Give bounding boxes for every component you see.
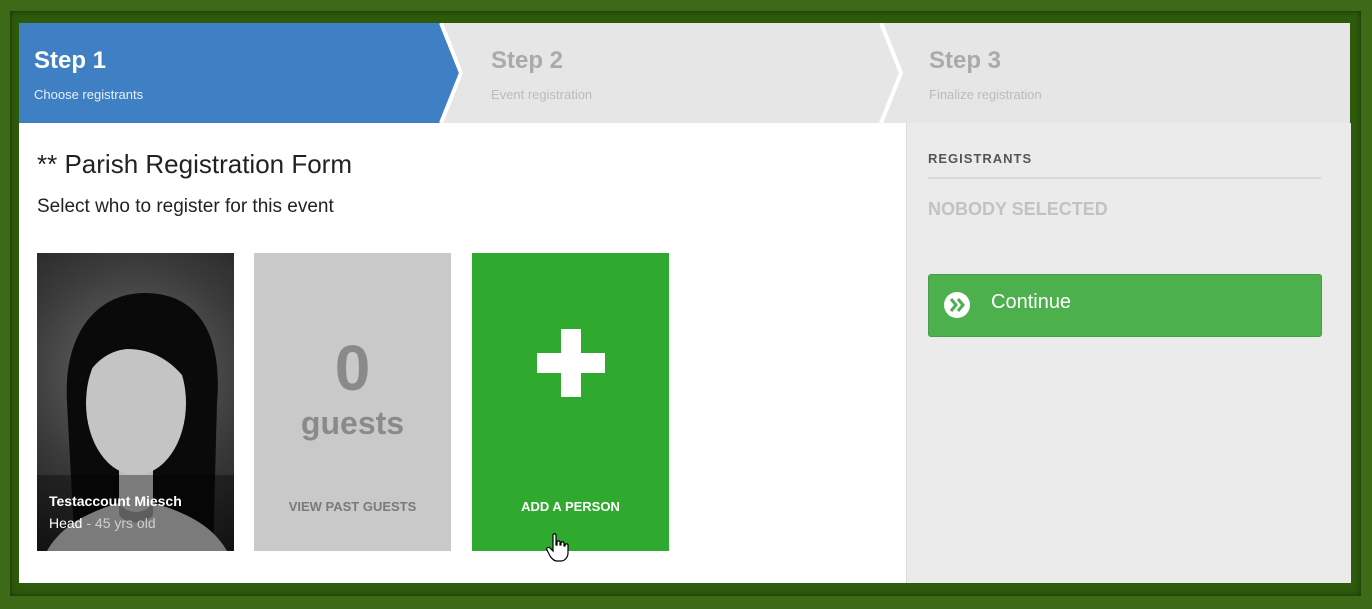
step-divider-2 (879, 23, 904, 123)
registrants-heading: REGISTRANTS (928, 151, 1033, 166)
add-person-card[interactable]: ADD A PERSON (472, 253, 669, 562)
step-3-title: Step 3 (929, 47, 1002, 74)
view-past-guests-link[interactable]: VIEW PAST GUESTS (254, 499, 451, 514)
registration-panel: Step 1 Choose registrants Step 2 Event r… (19, 23, 1351, 583)
person-card[interactable]: Testaccount Miesch Head - 45 yrs old (37, 253, 234, 551)
guests-count: 0 (334, 332, 371, 404)
person-age: - 45 yrs old (86, 515, 156, 531)
nobody-selected-text: NOBODY SELECTED (928, 199, 1108, 219)
guests-card[interactable]: 0 guests VIEW PAST GUESTS (254, 253, 451, 551)
guests-label: guests (300, 405, 405, 441)
step-arrows (19, 23, 904, 123)
continue-button[interactable]: Continue (928, 274, 1322, 337)
step-progress-bar: Step 1 Choose registrants Step 2 Event r… (19, 23, 1350, 123)
continue-label: Continue (991, 291, 1072, 313)
registrants-divider (928, 177, 1321, 179)
person-meta: Head - 45 yrs old (49, 515, 156, 531)
step-2-title: Step 2 (491, 47, 564, 74)
step-2-subtitle: Event registration (491, 87, 593, 102)
registrants-sidebar: REGISTRANTS NOBODY SELECTED Continue (906, 123, 1351, 583)
step-3-subtitle: Finalize registration (929, 87, 1042, 102)
form-subtitle: Select who to register for this event (37, 196, 334, 217)
form-title: ** Parish Registration Form (37, 149, 352, 179)
main-content: ** Parish Registration Form Select who t… (19, 123, 906, 583)
hand-pointer-icon (546, 533, 569, 562)
step-1-subtitle: Choose registrants (34, 87, 144, 102)
person-role: Head (49, 515, 83, 531)
person-name: Testaccount Miesch (49, 493, 182, 509)
add-person-label: ADD A PERSON (521, 499, 620, 514)
step-1-title: Step 1 (34, 47, 107, 74)
double-chevron-right-icon (944, 292, 970, 318)
